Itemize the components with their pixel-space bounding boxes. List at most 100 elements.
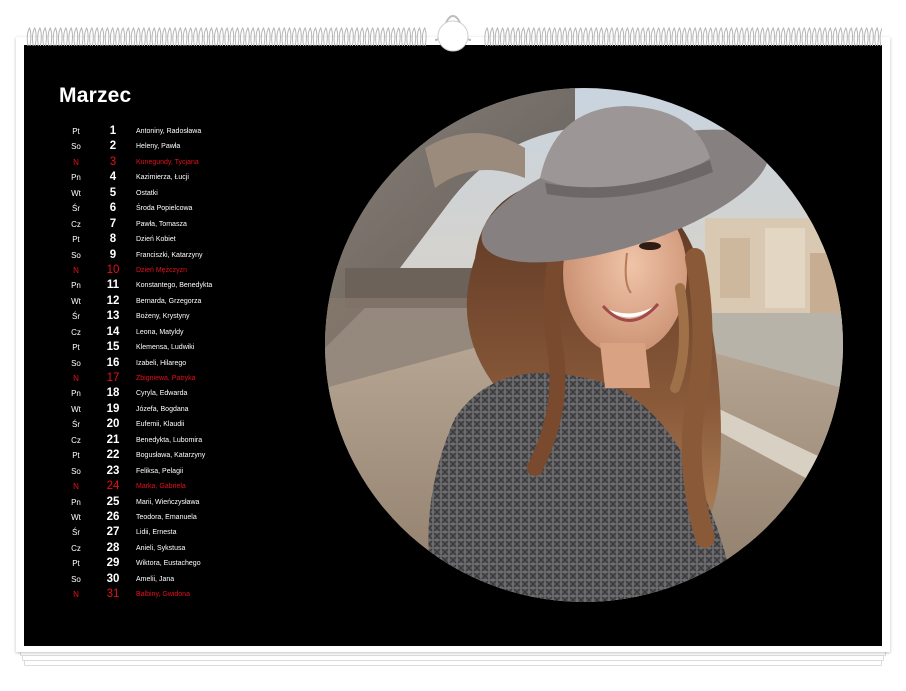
binding-loop: [874, 26, 879, 47]
day-of-week: So: [71, 250, 81, 260]
name-day: Zbigniewa, Patryka: [136, 375, 196, 382]
day-number: 12: [106, 294, 120, 307]
day-row: So 30 Amelii, Jana: [54, 572, 294, 587]
name-day: Cyryla, Edwarda: [136, 390, 188, 398]
binding-loop: [640, 26, 645, 47]
day-row: Pn 18 Cyryla, Edwarda: [54, 386, 294, 401]
binding-loop: [380, 26, 385, 47]
name-day: Środa Popielcowa: [136, 205, 193, 213]
binding-loop: [515, 26, 521, 47]
day-number: 22: [106, 449, 120, 462]
binding-loop: [203, 26, 209, 47]
name-day: Antoniny, Radosława: [136, 128, 202, 135]
day-of-week: Pt: [72, 127, 80, 136]
binding-loop: [837, 26, 843, 47]
binding-loop: [52, 26, 58, 47]
binding-loop: [104, 26, 110, 47]
binding-loop: [26, 26, 32, 47]
name-day: Franciszki, Katarzyny: [136, 251, 203, 259]
day-row: Pn 25 Marii, Wieńczysława: [54, 495, 294, 510]
binding-loop: [848, 26, 853, 47]
binding-loop: [234, 26, 240, 47]
binding-loop: [198, 26, 203, 47]
binding-loop: [302, 26, 307, 47]
day-row: Pt 15 Klemensa, Ludwiki: [54, 340, 294, 355]
binding-loop: [577, 26, 583, 47]
binding-loop: [572, 26, 578, 47]
binding-loop: [666, 26, 671, 47]
binding-loop: [520, 26, 526, 47]
name-day: Heleny, Pawła: [136, 143, 181, 151]
day-list: Pt 1 Antoniny, Radosława So 2 Heleny, Pawła N 3…: [54, 124, 294, 603]
binding-loop: [702, 26, 708, 47]
day-row: Pn 11 Konstantego, Benedykta: [54, 278, 294, 293]
day-of-week: Śr: [72, 420, 80, 430]
binding-loop: [83, 26, 89, 47]
day-of-week: So: [71, 142, 81, 152]
binding-loop: [806, 26, 812, 47]
name-day: Anieli, Sykstusa: [136, 544, 186, 552]
binding-loop: [858, 26, 864, 47]
binding-loop: [557, 26, 562, 47]
day-of-week: Cz: [71, 327, 81, 337]
binding-loop: [791, 26, 796, 47]
day-of-week: Wt: [71, 404, 81, 414]
binding-loop: [739, 26, 744, 47]
binding-loop: [375, 26, 380, 47]
binding-loop: [219, 26, 224, 47]
day-of-week: Śr: [72, 312, 80, 322]
day-number: 25: [106, 495, 120, 508]
binding-loop: [525, 26, 531, 47]
binding-loop: [281, 26, 287, 47]
binding-loop: [141, 26, 146, 47]
binding-loop: [583, 26, 588, 47]
day-row: Wt 5 Ostatki: [54, 186, 294, 201]
binding-loop: [130, 26, 136, 47]
binding-loop: [146, 26, 151, 47]
day-row: Pt 1 Antoniny, Radosława: [54, 124, 294, 139]
binding-loop: [707, 26, 713, 47]
binding-loop: [650, 26, 656, 47]
binding-loop: [749, 26, 755, 47]
binding-loop: [661, 26, 666, 47]
day-number: 17: [106, 372, 120, 384]
binding-loop: [499, 26, 505, 47]
binding-loop: [317, 26, 323, 47]
binding-loop: [775, 26, 781, 47]
binding-loop: [645, 26, 651, 47]
binding-loop: [338, 26, 344, 47]
binding-loop: [713, 26, 718, 47]
day-row: So 9 Franciszki, Katarzyny: [54, 248, 294, 263]
day-number: 14: [106, 325, 120, 338]
name-day: Wiktora, Eustachego: [136, 560, 201, 568]
day-number: 27: [106, 526, 120, 539]
day-of-week: Śr: [72, 528, 80, 538]
binding-loop: [37, 26, 42, 47]
binding-loop: [744, 26, 749, 47]
day-row: Wt 12 Bernarda, Grzegorza: [54, 294, 294, 309]
day-row: So 23 Feliksa, Pelagii: [54, 464, 294, 479]
binding-loop: [635, 26, 640, 47]
binding-loop: [541, 26, 547, 47]
binding-loop: [265, 26, 271, 47]
portrait-photo: [325, 88, 843, 602]
binding-loop: [401, 26, 406, 47]
day-of-week: Pn: [71, 173, 81, 183]
binding-loop: [156, 26, 162, 47]
binding-loop: [177, 26, 183, 47]
binding-loop: [759, 26, 765, 47]
day-number: 9: [109, 248, 117, 261]
day-number: 30: [106, 572, 120, 585]
binding-loop: [115, 26, 120, 47]
binding-loop: [754, 26, 760, 47]
month-title: Marzec: [59, 84, 132, 107]
binding-loop: [879, 27, 882, 47]
day-number: 29: [106, 557, 120, 570]
binding-loop: [286, 26, 292, 47]
name-day: Marii, Wieńczysława: [136, 498, 200, 506]
binding-loop: [562, 26, 567, 47]
name-day: Amelii, Jana: [136, 575, 175, 583]
binding-loop: [328, 26, 333, 47]
day-number: 23: [106, 464, 120, 477]
binding-loop: [588, 26, 593, 47]
